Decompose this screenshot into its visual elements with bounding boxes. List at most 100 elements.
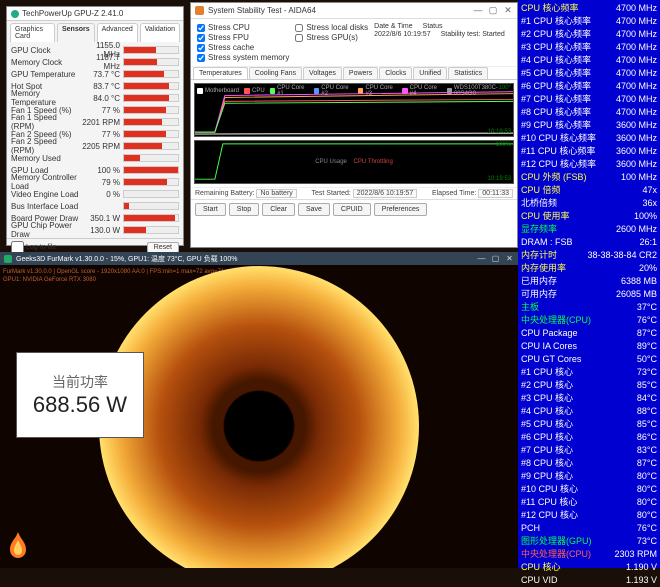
gpuz-tab[interactable]: Validation — [140, 23, 180, 42]
info-row: #1 CPU 核心73°C — [521, 366, 657, 379]
info-label: #7 CPU 核心频率 — [521, 93, 591, 106]
save-button[interactable]: Save — [298, 203, 330, 216]
stop-button[interactable]: Stop — [229, 203, 259, 216]
info-label: CPU 倍频 — [521, 184, 561, 197]
info-value: 37°C — [637, 301, 657, 314]
sensor-bar — [123, 166, 179, 174]
sensor-row: Fan 1 Speed (RPM)2201 RPM — [11, 116, 179, 128]
info-label: #2 CPU 核心频率 — [521, 28, 591, 41]
sensor-value: 100 % — [79, 166, 123, 175]
checkbox-input[interactable] — [295, 34, 303, 42]
info-row: 可用内存26085 MB — [521, 288, 657, 301]
checkbox-input[interactable] — [197, 34, 205, 42]
info-value: 73°C — [637, 535, 657, 548]
preferences-button[interactable]: Preferences — [374, 203, 428, 216]
info-label: #12 CPU 核心 — [521, 509, 578, 522]
aida-tab[interactable]: Powers — [343, 67, 378, 79]
info-label: #3 CPU 核心 — [521, 392, 573, 405]
info-value: 88°C — [637, 405, 657, 418]
info-row: CPU 使用率 100% — [521, 210, 657, 223]
sensor-value: 73.7 °C — [79, 70, 123, 79]
info-row: CPU IA Cores89°C — [521, 340, 657, 353]
sensor-bar — [123, 70, 179, 78]
maximize-icon[interactable]: ▢ — [486, 4, 500, 16]
gpuz-app-icon — [11, 10, 19, 18]
minimize-icon[interactable]: — — [475, 253, 488, 264]
gpuz-tab[interactable]: Graphics Card — [10, 23, 55, 42]
stress-check[interactable]: Stress cache — [197, 43, 289, 52]
info-row: 主板37°C — [521, 301, 657, 314]
overlay-line: FurMark v1.30.0.0 | OpenGL score - 1920x… — [3, 268, 224, 276]
info-label: 显存频率 — [521, 223, 557, 236]
aida64-titlebar[interactable]: System Stability Test - AIDA64 — ▢ ✕ — [191, 3, 517, 19]
info-row: #1 CPU 核心频率4700 MHz — [521, 15, 657, 28]
test-started-value: 2022/8/6 10:19:57 — [353, 189, 417, 198]
aida-tab[interactable]: Statistics — [448, 67, 488, 79]
gpuz-titlebar[interactable]: TechPowerUp GPU-Z 2.41.0 — [7, 7, 183, 21]
close-icon[interactable]: ✕ — [503, 253, 516, 264]
stress-check[interactable]: Stress CPU — [197, 23, 289, 32]
sensor-label: GPU Temperature — [11, 70, 79, 79]
info-row: #12 CPU 核心频率3600 MHz — [521, 158, 657, 171]
checkbox-input[interactable] — [197, 44, 205, 52]
info-label: #8 CPU 核心频率 — [521, 106, 591, 119]
info-label: #2 CPU 核心 — [521, 379, 573, 392]
sensor-row: Memory Clock1187.7 MHz — [11, 56, 179, 68]
gpuz-tab[interactable]: Advanced — [97, 23, 138, 42]
sensor-value: 1187.7 MHz — [79, 53, 123, 71]
info-row: #8 CPU 核心87°C — [521, 457, 657, 470]
sensor-label: Bus Interface Load — [11, 202, 79, 211]
info-label: 可用内存 — [521, 288, 557, 301]
info-label: #6 CPU 核心 — [521, 431, 573, 444]
info-value: 100% — [634, 210, 657, 223]
aida-tab[interactable]: Clocks — [379, 67, 412, 79]
aida-tab[interactable]: Cooling Fans — [249, 67, 302, 79]
minimize-icon[interactable]: — — [471, 4, 485, 16]
info-label: CPU 核心频率 — [521, 2, 579, 15]
info-label: CPU IA Cores — [521, 340, 577, 353]
sensor-value: 0 % — [79, 190, 123, 199]
aida-tab[interactable]: Unified — [413, 67, 447, 79]
sensor-row: Memory Temperature84.0 °C — [11, 92, 179, 104]
sensor-bar — [123, 178, 179, 186]
furmark-titlebar[interactable]: Geeks3D FurMark v1.30.0.0 - 15%, GPU1: 温… — [0, 252, 518, 265]
stress-check[interactable]: Stress system memory — [197, 53, 289, 62]
sensor-row: Memory Used — [11, 152, 179, 164]
gpuz-tab[interactable]: Sensors — [57, 23, 95, 42]
info-row: #9 CPU 核心80°C — [521, 470, 657, 483]
stress-check[interactable]: Stress local disks — [295, 23, 368, 32]
info-label: 中央处理器(CPU) — [521, 314, 591, 327]
close-icon[interactable]: ✕ — [501, 4, 515, 16]
maximize-icon[interactable]: ▢ — [489, 253, 502, 264]
sensor-value: 84.0 °C — [79, 94, 123, 103]
stress-check[interactable]: Stress FPU — [197, 33, 289, 42]
info-row: #5 CPU 核心85°C — [521, 418, 657, 431]
info-label: CPU 使用率 — [521, 210, 570, 223]
info-label: #11 CPU 核心 — [521, 496, 577, 509]
sensor-bar — [123, 202, 179, 210]
info-label: #4 CPU 核心 — [521, 405, 573, 418]
info-row: #8 CPU 核心频率4700 MHz — [521, 106, 657, 119]
info-value: 3600 MHz — [616, 158, 657, 171]
elapsed-label: Elapsed Time: — [432, 190, 476, 197]
aida-tab[interactable]: Voltages — [303, 67, 342, 79]
power-reading-box: 当前功率 688.56 W — [16, 352, 144, 438]
info-row: 显存频率2600 MHz — [521, 223, 657, 236]
clear-button[interactable]: Clear — [262, 203, 295, 216]
info-row: 内存计时38-38-38-84 CR2 — [521, 249, 657, 262]
checkbox-input[interactable] — [197, 54, 205, 62]
info-value: 83°C — [637, 444, 657, 457]
stress-check[interactable]: Stress GPU(s) — [295, 33, 368, 42]
furmark-title: Geeks3D FurMark v1.30.0.0 - 15%, GPU1: 温… — [16, 254, 237, 264]
info-value: 76°C — [637, 522, 657, 535]
start-button[interactable]: Start — [195, 203, 226, 216]
aida-tab[interactable]: Temperatures — [193, 67, 248, 79]
cpuid-button[interactable]: CPUID — [333, 203, 371, 216]
checkbox-input[interactable] — [295, 24, 303, 32]
furmark-app-icon — [4, 255, 12, 263]
checkbox-input[interactable] — [197, 24, 205, 32]
info-label: #10 CPU 核心频率 — [521, 132, 596, 145]
sensor-bar — [123, 58, 179, 66]
info-row: #7 CPU 核心频率4700 MHz — [521, 93, 657, 106]
test-started-label: Test Started: — [312, 190, 351, 197]
